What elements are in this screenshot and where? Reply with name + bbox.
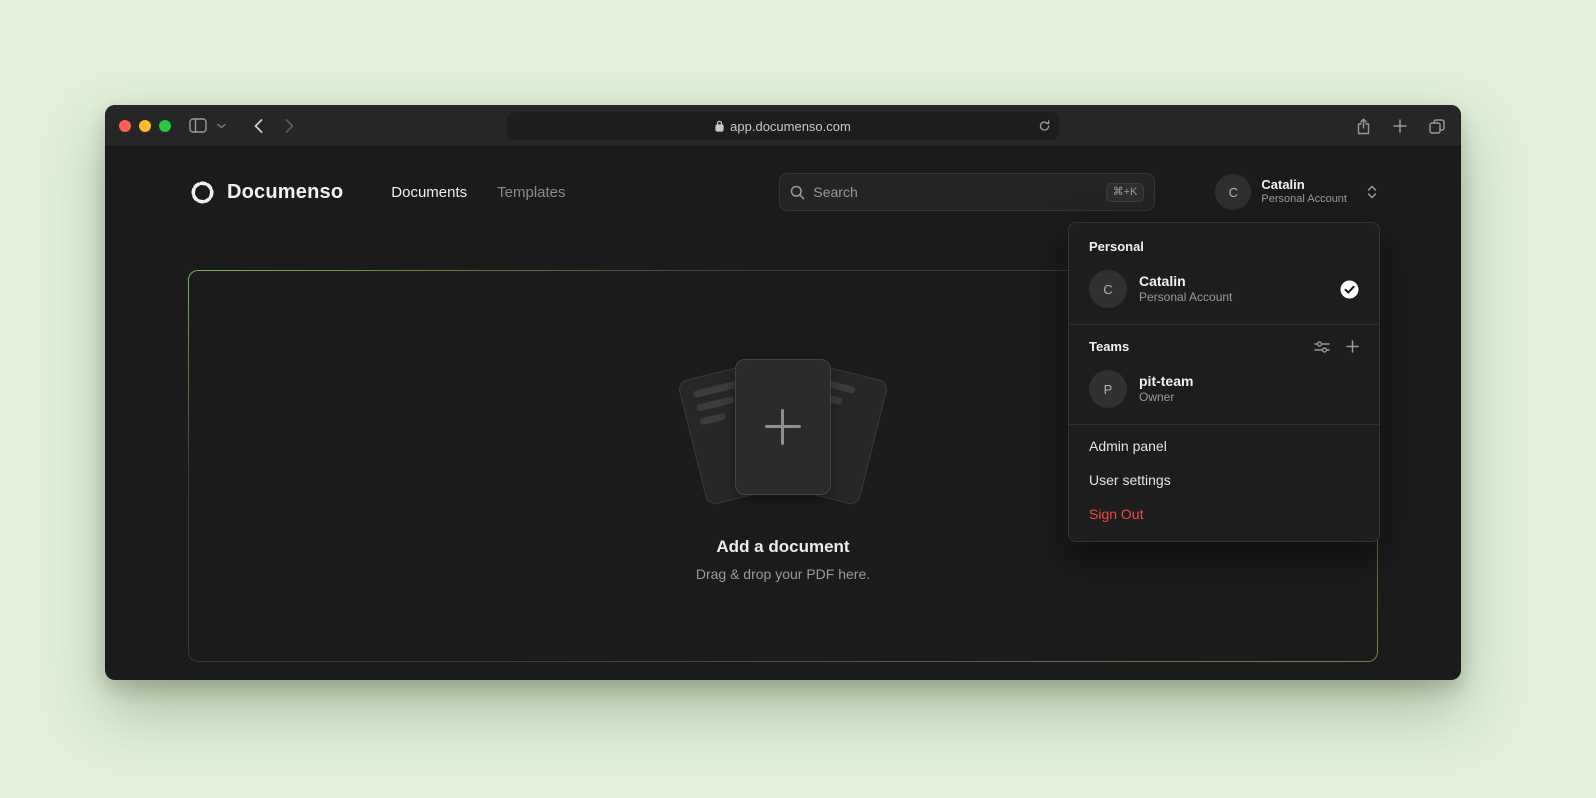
address-bar[interactable]: app.documenso.com bbox=[507, 112, 1059, 140]
brand-logo-link[interactable]: Documenso bbox=[189, 179, 343, 206]
menu-separator bbox=[1069, 424, 1379, 425]
menu-separator bbox=[1069, 324, 1379, 325]
search-box: ⌘+K bbox=[779, 173, 1155, 211]
nav-documents[interactable]: Documents bbox=[391, 184, 467, 201]
personal-avatar: C bbox=[1089, 270, 1127, 308]
share-icon[interactable] bbox=[1356, 118, 1371, 135]
teams-label: Teams bbox=[1089, 339, 1298, 354]
search-icon bbox=[790, 185, 805, 200]
new-tab-icon[interactable] bbox=[1393, 119, 1407, 133]
account-name: Catalin bbox=[1261, 177, 1347, 193]
add-team-icon[interactable] bbox=[1346, 340, 1359, 353]
selected-check-icon bbox=[1340, 280, 1359, 299]
plus-icon bbox=[765, 409, 801, 445]
menu-section-personal: Personal bbox=[1069, 229, 1379, 262]
team-avatar: P bbox=[1089, 370, 1127, 408]
menu-section-teams: Teams bbox=[1069, 329, 1379, 362]
back-button[interactable] bbox=[254, 119, 263, 133]
nav-templates[interactable]: Templates bbox=[497, 184, 565, 201]
account-avatar: C bbox=[1215, 174, 1251, 210]
chevron-down-icon[interactable] bbox=[217, 123, 226, 129]
team-role: Owner bbox=[1139, 390, 1359, 406]
personal-name: Catalin bbox=[1139, 272, 1328, 290]
manage-teams-icon[interactable] bbox=[1314, 340, 1330, 354]
main-nav: Documents Templates bbox=[391, 184, 565, 201]
zoom-window-button[interactable] bbox=[159, 120, 171, 132]
dropzone-subtitle: Drag & drop your PDF here. bbox=[696, 566, 870, 582]
illustration-card-center bbox=[735, 359, 831, 495]
team-name: pit-team bbox=[1139, 372, 1359, 390]
personal-subtitle: Personal Account bbox=[1139, 290, 1328, 306]
menu-item-team[interactable]: P pit-team Owner bbox=[1069, 362, 1379, 420]
window-controls bbox=[119, 120, 171, 132]
account-menu-trigger[interactable]: C Catalin Personal Account bbox=[1215, 174, 1377, 210]
menu-item-sign-out[interactable]: Sign Out bbox=[1069, 497, 1379, 535]
close-window-button[interactable] bbox=[119, 120, 131, 132]
brand-name: Documenso bbox=[227, 181, 343, 204]
menu-item-admin-panel[interactable]: Admin panel bbox=[1069, 429, 1379, 463]
search-input[interactable] bbox=[813, 184, 1097, 200]
forward-button[interactable] bbox=[285, 119, 294, 133]
lock-icon bbox=[715, 120, 724, 132]
dropzone-title: Add a document bbox=[716, 537, 849, 557]
reload-icon[interactable] bbox=[1038, 120, 1051, 133]
minimize-window-button[interactable] bbox=[139, 120, 151, 132]
url-text: app.documenso.com bbox=[730, 119, 851, 134]
document-stack-illustration bbox=[663, 351, 903, 511]
documenso-logo-icon bbox=[189, 179, 216, 206]
search-shortcut-badge: ⌘+K bbox=[1106, 183, 1145, 202]
chevron-up-down-icon bbox=[1367, 185, 1377, 199]
menu-item-personal-account[interactable]: C Catalin Personal Account bbox=[1069, 262, 1379, 320]
account-menu: Personal C Catalin Personal Account Team… bbox=[1068, 222, 1380, 542]
account-subtitle: Personal Account bbox=[1261, 193, 1347, 207]
browser-window: app.documenso.com bbox=[105, 105, 1461, 680]
browser-titlebar: app.documenso.com bbox=[105, 105, 1461, 147]
menu-item-user-settings[interactable]: User settings bbox=[1069, 463, 1379, 497]
sidebar-toggle-icon[interactable] bbox=[189, 118, 207, 133]
tab-overview-icon[interactable] bbox=[1429, 119, 1445, 134]
